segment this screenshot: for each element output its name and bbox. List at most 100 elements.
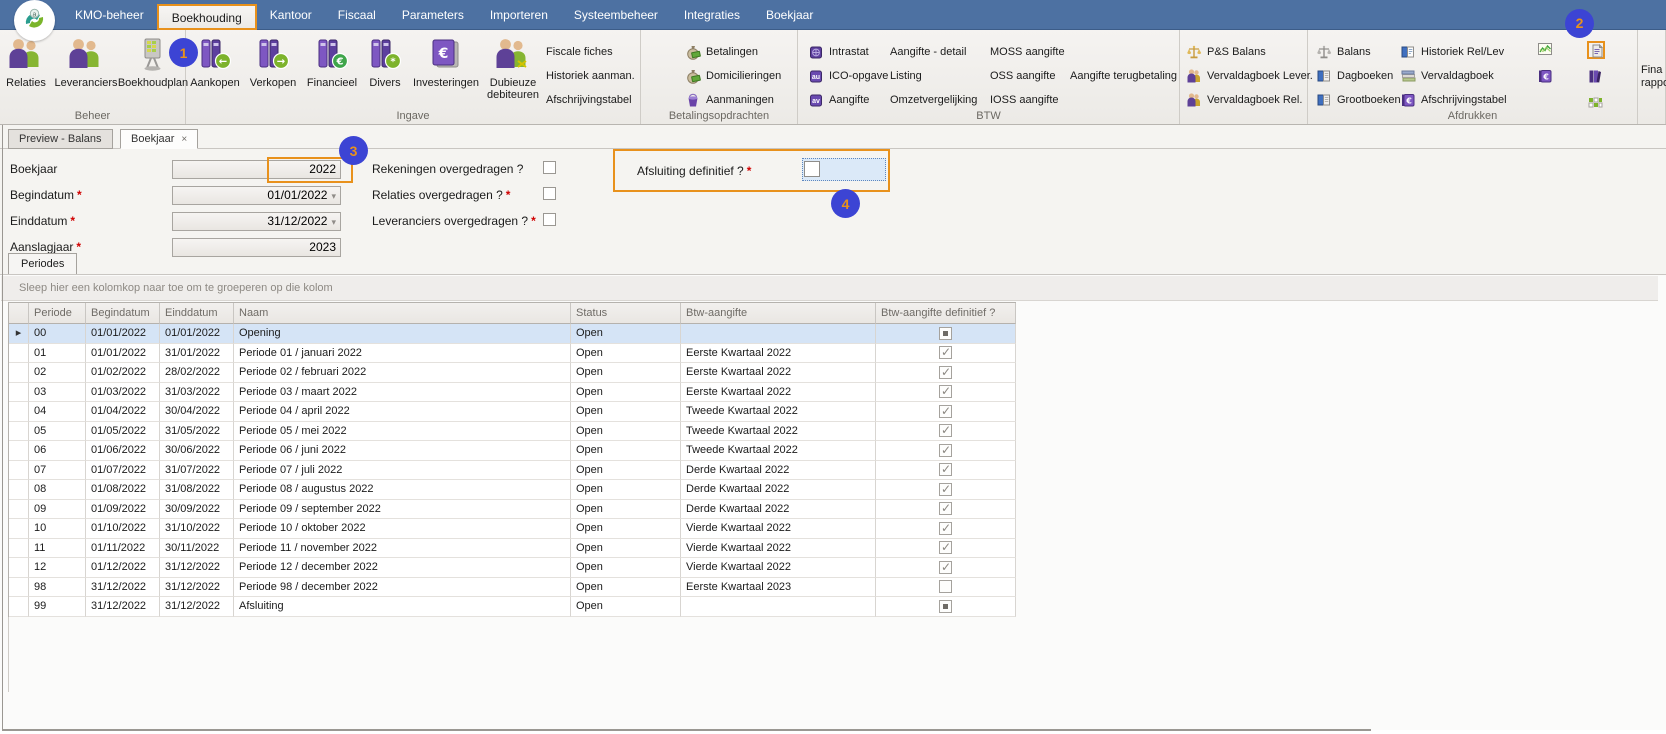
table-row-periode-08[interactable]: 0801/08/202231/08/2022Periode 08 / augus… (9, 480, 1016, 500)
ribbon-item-listing[interactable]: Listing (890, 64, 986, 88)
ribbon-item-verkopen[interactable]: →Verkopen (244, 30, 302, 101)
table-row-periode-00[interactable]: ▸0001/01/202201/01/2022OpeningOpen (9, 324, 1016, 344)
menu-item-parameters[interactable]: Parameters (389, 0, 477, 30)
row-selector-cell[interactable] (9, 363, 29, 383)
ribbon-item-afschrijvingstabel[interactable]: €Afschrijvingstabel (1400, 88, 1524, 112)
grid-groupby-bar[interactable]: Sleep hier een kolomkop naar toe om te g… (1, 276, 1658, 301)
begindatum-field[interactable]: 01/01/2022▾ (172, 186, 341, 205)
afsluiting-definitief-field[interactable] (802, 158, 886, 181)
relaties-overgedragen-checkbox[interactable] (543, 187, 556, 200)
table-row-periode-05[interactable]: 0501/05/202231/05/2022Periode 05 / mei 2… (9, 422, 1016, 442)
rekeningen-overgedragen-checkbox[interactable] (543, 161, 556, 174)
ribbon-item-aangifte-terugbetaling[interactable]: Aangifte terugbetaling (1070, 64, 1180, 88)
column-header-btw-aangifte-definitief[interactable]: Btw-aangifte definitief ? (876, 303, 1016, 324)
ribbon-item-divers[interactable]: *Divers (362, 30, 408, 101)
tab-boekjaar[interactable]: Boekjaar× (120, 129, 198, 149)
row-selector-cell[interactable] (9, 578, 29, 598)
row-selector-cell[interactable] (9, 402, 29, 422)
row-selector-cell[interactable] (9, 422, 29, 442)
table-row-periode-06[interactable]: 0601/06/202230/06/2022Periode 06 / juni … (9, 441, 1016, 461)
ribbon-item-leveranciers[interactable]: Leveranciers (52, 30, 120, 89)
ribbon-item-omzetvergelijking[interactable]: Omzetvergelijking (890, 88, 986, 112)
ribbon-item-dagboeken[interactable]: Dagboeken (1316, 64, 1398, 88)
table-row-periode-04[interactable]: 0401/04/202230/04/2022Periode 04 / april… (9, 402, 1016, 422)
column-header-btw-aangifte[interactable]: Btw-aangifte (681, 303, 876, 324)
dropdown-arrow-icon[interactable]: ▾ (331, 217, 336, 227)
btw-definitief-checkbox[interactable] (939, 483, 952, 496)
btw-definitief-checkbox[interactable] (939, 327, 952, 340)
btw-definitief-checkbox[interactable] (939, 385, 952, 398)
afsluiting-definitief-checkbox[interactable] (804, 161, 820, 177)
table-row-periode-99[interactable]: 9931/12/202231/12/2022AfsluitingOpen (9, 597, 1016, 617)
row-selector-cell[interactable] (9, 558, 29, 578)
table-row-periode-11[interactable]: 1101/11/202230/11/2022Periode 11 / novem… (9, 539, 1016, 559)
close-tab-icon[interactable]: × (181, 134, 187, 145)
ribbon-item-financiele-rapporten[interactable]: Finarappo (1638, 30, 1666, 90)
ribbon-item-afschrijvingstabel[interactable]: Afschrijvingstabel (546, 88, 641, 112)
ribbon-item-dubieuze-debiteuren[interactable]: Dubieuze debiteuren (484, 30, 542, 101)
menu-item-boekjaar[interactable]: Boekjaar (753, 0, 826, 30)
ribbon-item-vervaldagboek-lever[interactable]: Vervaldagboek Lever. (1186, 64, 1308, 88)
table-row-periode-07[interactable]: 0701/07/202231/07/2022Periode 07 / juli … (9, 461, 1016, 481)
ribbon-button-euroboek[interactable]: € (1524, 63, 1568, 90)
einddatum-field[interactable]: 31/12/2022▾ (172, 212, 341, 231)
column-header-periode[interactable]: Periode▲ (29, 303, 86, 324)
ribbon-item-intrastat[interactable]: Intrastat (808, 40, 886, 64)
table-row-periode-01[interactable]: 0101/01/202231/01/2022Periode 01 / janua… (9, 344, 1016, 364)
ribbon-item-aankopen[interactable]: ←Aankopen (186, 30, 244, 101)
ribbon-item-historiek-aanman[interactable]: Historiek aanman. (546, 64, 641, 88)
ribbon-item-boekhoudplan[interactable]: Boekhoudplan1 (120, 30, 186, 89)
row-selector-cell[interactable] (9, 519, 29, 539)
aanslagjaar-field[interactable]: 2023 (172, 238, 341, 257)
ribbon-item-fiscale-fiches[interactable]: Fiscale fiches (546, 40, 641, 64)
menu-item-fiscaal[interactable]: Fiscaal (325, 0, 389, 30)
btw-definitief-checkbox[interactable] (939, 580, 952, 593)
current-row-indicator[interactable]: ▸ (9, 324, 29, 344)
menu-item-integraties[interactable]: Integraties (671, 0, 753, 30)
column-header-naam[interactable]: Naam (234, 303, 571, 324)
ribbon-item-betalingen[interactable]: Betalingen (685, 40, 798, 64)
row-selector-cell[interactable] (9, 441, 29, 461)
table-row-periode-98[interactable]: 9831/12/202231/12/2022Periode 98 / decem… (9, 578, 1016, 598)
row-selector-cell[interactable] (9, 480, 29, 500)
btw-definitief-checkbox[interactable] (939, 405, 952, 418)
ribbon-item-ioss-aangifte[interactable]: IOSS aangifte (990, 88, 1066, 112)
table-row-periode-09[interactable]: 0901/09/202230/09/2022Periode 09 / septe… (9, 500, 1016, 520)
leveranciers-overgedragen-checkbox[interactable] (543, 213, 556, 226)
column-header-begindatum[interactable]: Begindatum (86, 303, 160, 324)
dropdown-arrow-icon[interactable]: ▾ (331, 191, 336, 201)
ribbon-item-oss-aangifte[interactable]: OSS aangifte (990, 64, 1066, 88)
column-header-einddatum[interactable]: Einddatum (160, 303, 234, 324)
menu-item-boekhouding[interactable]: Boekhouding (157, 4, 257, 30)
btw-definitief-checkbox[interactable] (939, 522, 952, 535)
ribbon-item-financieel[interactable]: €Financieel (302, 30, 362, 101)
ribbon-item-vervaldagboek-rel[interactable]: Vervaldagboek Rel. (1186, 88, 1308, 112)
ribbon-item-grootboeken[interactable]: Grootboeken (1316, 88, 1398, 112)
row-selector-cell[interactable] (9, 461, 29, 481)
btw-definitief-checkbox[interactable] (939, 561, 952, 574)
btw-definitief-checkbox[interactable] (939, 424, 952, 437)
ribbon-item-balans[interactable]: Balans (1316, 40, 1398, 64)
btw-definitief-checkbox[interactable] (939, 366, 952, 379)
menu-item-kmo-beheer[interactable]: KMO-beheer (62, 0, 157, 30)
row-selector-cell[interactable] (9, 344, 29, 364)
menu-item-kantoor[interactable]: Kantoor (257, 0, 325, 30)
ribbon-item-moss-aangifte[interactable]: MOSS aangifte (990, 40, 1066, 64)
ribbon-item-p-s-balans[interactable]: P&S Balans (1186, 40, 1308, 64)
btw-definitief-checkbox[interactable] (939, 444, 952, 457)
ribbon-button-document[interactable]: 2 (1568, 36, 1624, 63)
ribbon-item-aangifte-detail[interactable]: Aangifte - detail (890, 40, 986, 64)
row-selector-cell[interactable] (9, 597, 29, 617)
table-row-periode-12[interactable]: 1201/12/202231/12/2022Periode 12 / decem… (9, 558, 1016, 578)
btw-definitief-checkbox[interactable] (939, 541, 952, 554)
row-selector-cell[interactable] (9, 539, 29, 559)
table-row-periode-10[interactable]: 1001/10/202231/10/2022Periode 10 / oktob… (9, 519, 1016, 539)
ribbon-item-ico-opgave[interactable]: auICO-opgave (808, 64, 886, 88)
row-selector-cell[interactable] (9, 383, 29, 403)
ribbon-item-aanmaningen[interactable]: Aanmaningen (685, 88, 798, 112)
btw-definitief-checkbox[interactable] (939, 346, 952, 359)
btw-definitief-checkbox[interactable] (939, 463, 952, 476)
btw-definitief-checkbox[interactable] (939, 502, 952, 515)
ribbon-item-vervaldagboek[interactable]: Vervaldagboek (1400, 64, 1524, 88)
tab-periodes[interactable]: Periodes (8, 253, 77, 274)
